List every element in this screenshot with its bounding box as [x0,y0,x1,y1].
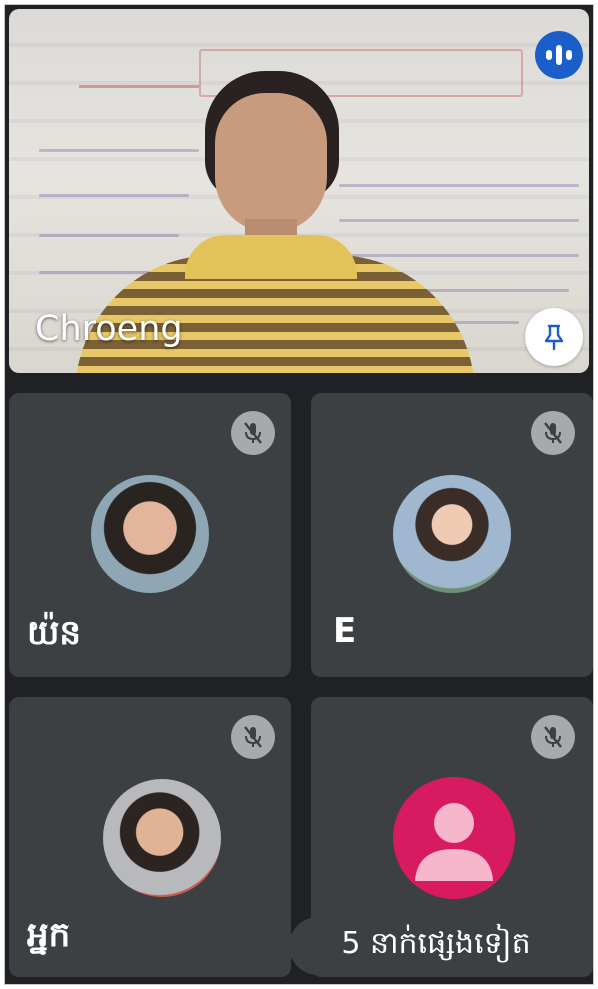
more-participants-chip[interactable]: 5 នាក់ផ្សេងទៀត [289,917,583,975]
mic-off-glyph [544,726,562,748]
mic-off-glyph [544,422,562,444]
board-heading [79,59,199,88]
mic-off-icon [531,411,575,455]
board-line [339,254,579,257]
mic-off-glyph [244,726,262,748]
participant-avatar [103,779,221,897]
audio-level-icon [535,31,583,79]
board-line [39,194,189,197]
pin-button[interactable] [525,308,583,366]
board-line [339,184,579,187]
board-line [39,234,179,237]
participant-name: យ៉ន [27,613,81,653]
participant-name: អ្នក [27,915,71,955]
presenter-tile[interactable]: Chroeng [9,9,589,373]
mic-off-glyph [244,422,262,444]
board-line [39,149,199,152]
mic-off-icon [231,411,275,455]
pin-icon [544,324,564,351]
mic-off-icon [231,715,275,759]
participant-tile[interactable]: E [311,393,593,677]
participant-name: E [333,611,357,651]
default-person-avatar [393,777,515,899]
meeting-window: Chroeng យ៉ន E អ្នក 5 នាក់ផ្សេងទៀត [4,4,594,985]
participant-tile[interactable]: យ៉ន [9,393,291,677]
participant-tile[interactable]: អ្នក [9,697,291,977]
person-icon [415,803,493,881]
participant-avatar [393,475,511,593]
participant-avatar [91,475,209,593]
presenter-face [215,93,327,233]
presenter-name: Chroeng [35,309,183,349]
presenter-collar [185,235,357,279]
board-line [339,219,579,222]
mic-off-icon [531,715,575,759]
